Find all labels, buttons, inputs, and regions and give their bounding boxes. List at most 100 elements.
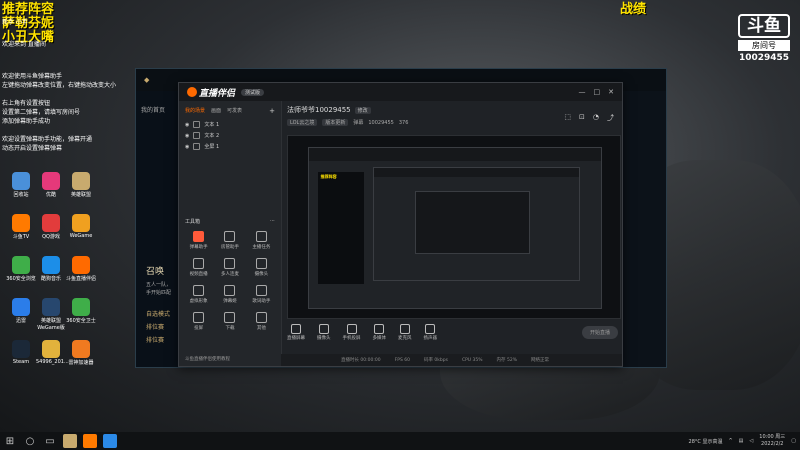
lock-icon[interactable]: ⊡: [579, 113, 585, 123]
shortcut-label: 54996_201...: [36, 359, 69, 365]
chat-line: 欢迎使用斗鱼弹幕助手: [2, 73, 63, 80]
gift-icon[interactable]: ⬚: [564, 113, 571, 123]
minimize-icon[interactable]: —: [579, 88, 586, 96]
room-extra: 弹幕: [353, 120, 364, 126]
desktop-shortcut[interactable]: 雷神加速器: [66, 340, 96, 366]
share-icon[interactable]: ⤴: [607, 113, 614, 123]
bell-icon[interactable]: ◔: [593, 113, 599, 123]
lol-nav-item[interactable]: 我的首页: [141, 105, 165, 114]
desktop-shortcut[interactable]: 360安全浏览: [6, 256, 36, 282]
tab-publish[interactable]: 可发表: [227, 107, 242, 115]
live-companion-window[interactable]: 直播伴侣 测试版 — □ ✕ 我的场景 画面 可发表 + ◉ 文本 1 ◉ 文本 2…: [178, 82, 623, 367]
room-tag[interactable]: LOL云之境: [287, 119, 318, 126]
toolbox-item[interactable]: 弹幕助手: [183, 231, 214, 250]
source-button[interactable]: 麦克风: [398, 323, 412, 341]
toolbox-header: 工具箱 ⋯: [179, 218, 281, 225]
desktop-shortcut[interactable]: QQ游戏: [36, 214, 66, 240]
desktop-shortcut[interactable]: 回收站: [6, 172, 36, 198]
source-button[interactable]: 多媒体: [373, 323, 386, 341]
maximize-icon[interactable]: □: [594, 88, 601, 96]
close-icon[interactable]: ✕: [608, 88, 614, 96]
toolbox-item[interactable]: 虚拟形象: [183, 285, 214, 304]
add-scene-icon[interactable]: +: [269, 107, 275, 115]
windows-start-icon[interactable]: ⊞: [0, 432, 20, 450]
shortcut-label: 雷神加速器: [68, 360, 94, 366]
live-preview[interactable]: 推荐阵容: [287, 135, 621, 319]
desktop-shortcut[interactable]: 斗鱼直播伴侣: [66, 256, 96, 282]
chat-line: 右上角有设置按钮: [2, 100, 51, 107]
eye-icon[interactable]: ◉: [185, 144, 189, 150]
desktop-shortcut[interactable]: 英雄联盟: [66, 172, 96, 198]
taskbar-clock[interactable]: 10:00 周三 2022/2/2: [759, 434, 785, 448]
toolbox-item[interactable]: 下载: [214, 312, 245, 331]
douyu-taskbar-icon[interactable]: [83, 434, 97, 448]
desktop-shortcut[interactable]: 优酷: [36, 172, 66, 198]
toolbox-item[interactable]: 其他: [246, 312, 277, 331]
volume-icon[interactable]: ◁: [749, 438, 753, 444]
desktop-shortcut[interactable]: Steam: [6, 340, 36, 365]
toolbox-item[interactable]: 视频直播: [183, 258, 214, 277]
desktop-shortcut[interactable]: 360安全卫士: [66, 298, 96, 324]
edit-room-button[interactable]: 修改: [354, 107, 371, 114]
network-icon[interactable]: ▤: [739, 438, 744, 444]
task-view-icon[interactable]: ▭: [40, 432, 60, 450]
source-icon: [318, 323, 329, 334]
tool-label: 歌词助手: [252, 299, 271, 304]
source-button[interactable]: 扬声器: [424, 323, 437, 341]
tool-icon: [255, 231, 267, 242]
tab-screen[interactable]: 画面: [211, 107, 221, 115]
overlay-title: 推荐阵容: [2, 2, 55, 17]
toolbox-item[interactable]: 多人连麦: [214, 258, 245, 277]
scene-item[interactable]: ◉ 文本 1: [179, 119, 281, 130]
app-title-bar[interactable]: 直播伴侣 测试版 — □ ✕: [179, 83, 622, 101]
desktop-shortcut[interactable]: WeGame: [66, 214, 96, 239]
tool-icon: [255, 258, 267, 269]
douyu-icon: [187, 86, 197, 97]
toolbox-item[interactable]: 房管助手: [214, 231, 245, 250]
weather-status[interactable]: 28°C 显示高温: [689, 438, 723, 445]
notification-icon[interactable]: ▢: [791, 438, 796, 444]
tool-icon: [255, 312, 267, 323]
app-icon: [72, 298, 90, 316]
room-tag[interactable]: 版本更新: [322, 119, 349, 126]
eye-icon[interactable]: ◉: [185, 133, 189, 139]
desktop-shortcut[interactable]: 酷狗音乐: [36, 256, 66, 282]
tutorial-link[interactable]: 斗鱼直播伴侣使用教程: [185, 356, 230, 362]
source-button[interactable]: 摄像头: [317, 323, 331, 341]
lol-taskbar-icon[interactable]: [63, 434, 77, 448]
lock-icon[interactable]: [193, 143, 201, 150]
toolbox-item[interactable]: 歌词助手: [246, 285, 277, 304]
desktop-shortcut[interactable]: 54996_201...: [36, 340, 69, 365]
toolbox-item[interactable]: 弹幕姬: [214, 285, 245, 304]
scene-item[interactable]: ◉ 文本 2: [179, 130, 281, 141]
desktop-shortcut[interactable]: 迅雷: [6, 298, 36, 324]
status-item: 直播时长 00:00:00: [341, 358, 381, 363]
source-button[interactable]: 手机投屏: [342, 323, 361, 341]
toolbox-item[interactable]: 投屏: [183, 312, 214, 331]
browser-taskbar-icon[interactable]: [103, 434, 117, 448]
source-label: 手机投屏: [342, 335, 361, 341]
nested-preview: 推荐阵容: [307, 146, 603, 310]
lol-mode-option[interactable]: 排位赛: [146, 335, 164, 344]
shortcut-label: QQ游戏: [42, 234, 60, 240]
start-live-button[interactable]: 开始直播: [581, 325, 618, 339]
chat-line: 添加弹幕助手成功: [2, 118, 51, 125]
search-icon[interactable]: ○: [20, 432, 40, 450]
lol-mode-option[interactable]: 排位赛: [146, 322, 164, 331]
chat-line: 动态开启设置弹幕弹幕: [2, 145, 63, 152]
scene-item[interactable]: ◉ 全屏 1: [179, 141, 281, 152]
tab-my-scenes[interactable]: 我的场景: [185, 107, 205, 115]
tray-chevron-icon[interactable]: ^: [728, 438, 732, 444]
more-icon[interactable]: ⋯: [270, 218, 275, 225]
lol-mode-option[interactable]: 自选模式: [146, 309, 170, 318]
source-button[interactable]: 直播屏幕: [287, 323, 305, 341]
desktop-shortcut[interactable]: 斗鱼TV: [6, 214, 36, 240]
lock-icon[interactable]: [193, 121, 201, 128]
tool-label: 主播任务: [252, 245, 271, 250]
toolbox-item[interactable]: 摄像头: [246, 258, 277, 277]
desktop-shortcut[interactable]: 英雄联盟WeGame版: [36, 298, 66, 331]
eye-icon[interactable]: ◉: [185, 122, 189, 128]
source-icon: [399, 323, 410, 334]
lock-icon[interactable]: [193, 132, 201, 139]
toolbox-item[interactable]: 主播任务: [246, 231, 277, 250]
